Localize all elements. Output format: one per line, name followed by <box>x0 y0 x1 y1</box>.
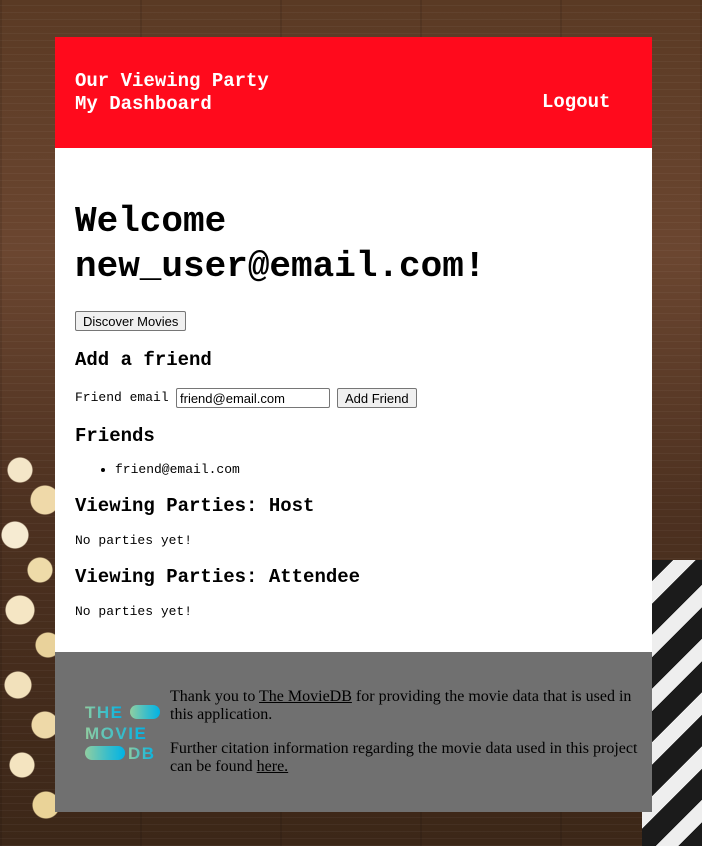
friends-list: friend@email.com <box>75 462 240 477</box>
attendee-parties-heading: Viewing Parties: Attendee <box>75 566 361 588</box>
footer-thanks-text: Thank you to The MovieDB for providing t… <box>170 688 640 724</box>
tmdb-logo-line1: THE <box>85 703 124 722</box>
friend-list-item: friend@email.com <box>115 462 240 477</box>
dashboard-link[interactable]: My Dashboard <box>75 93 269 116</box>
friends-heading: Friends <box>75 425 155 447</box>
footer: THE MOVIE DB Thank you to The MovieDB fo… <box>55 652 652 812</box>
footer-citation-prefix: Further citation information regarding t… <box>170 740 638 775</box>
add-friend-button[interactable]: Add Friend <box>337 388 417 408</box>
friend-email-input[interactable] <box>176 388 330 408</box>
site-title-link[interactable]: Our Viewing Party <box>75 70 269 93</box>
citation-link[interactable]: here. <box>257 758 289 775</box>
attendee-parties-empty: No parties yet! <box>75 604 193 619</box>
host-parties-empty: No parties yet! <box>75 533 193 548</box>
footer-citation-text: Further citation information regarding t… <box>170 740 640 776</box>
welcome-heading: Welcome new_user@email.com! <box>75 201 486 287</box>
tmdb-logo: THE MOVIE DB <box>85 703 160 762</box>
host-parties-heading: Viewing Parties: Host <box>75 495 315 517</box>
add-friend-heading: Add a friend <box>75 349 212 371</box>
top-navigation-bar: Our Viewing Party My Dashboard Logout <box>55 37 652 148</box>
discover-movies-button[interactable]: Discover Movies <box>75 311 187 331</box>
logout-link[interactable]: Logout <box>542 91 610 113</box>
tmdb-logo-line3: DB <box>128 744 156 762</box>
page-card: Our Viewing Party My Dashboard Logout We… <box>55 37 652 812</box>
tmdb-logo-line2: MOVIE <box>85 724 147 743</box>
moviedb-link[interactable]: The MovieDB <box>259 688 352 705</box>
nav-links: Our Viewing Party My Dashboard <box>75 70 269 116</box>
friend-email-label: Friend email <box>75 390 169 405</box>
footer-thanks-prefix: Thank you to <box>170 688 260 705</box>
